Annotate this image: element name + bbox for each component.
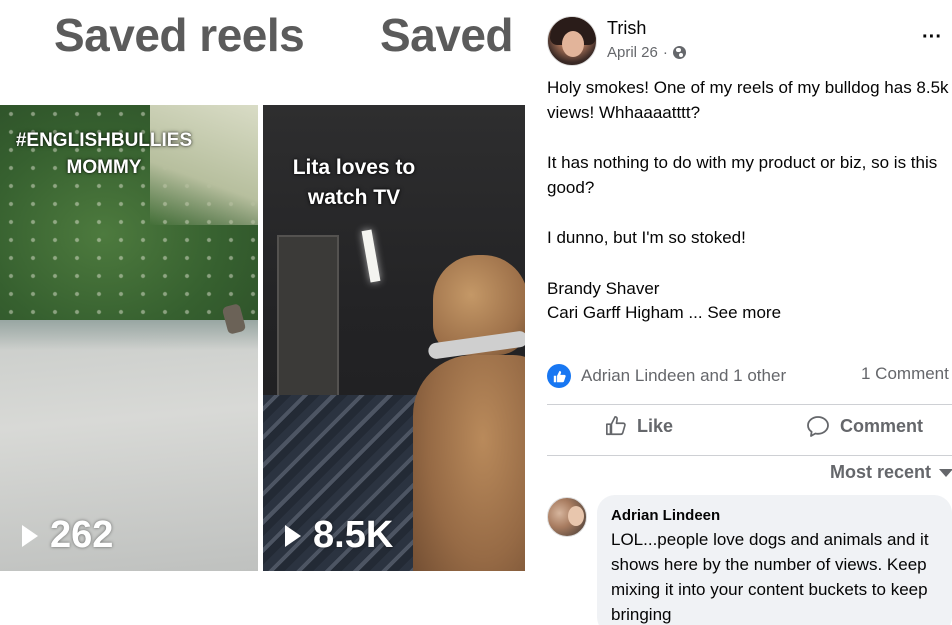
reel-caption: Lita loves to watch TV (292, 156, 416, 209)
globe-icon (672, 46, 686, 59)
comment-icon (807, 416, 829, 437)
comment-author[interactable]: Adrian Lindeen (611, 507, 938, 524)
post-date[interactable]: April 26 (607, 44, 658, 61)
reactions-text[interactable]: Adrian Lindeen and 1 other (581, 366, 786, 386)
more-options-icon[interactable]: ··· (922, 26, 942, 49)
saved-reels-screenshot: Saved reels Saved #ENGLISHBULLIES MOMMY … (0, 0, 530, 625)
comment-count[interactable]: 1 Comment (861, 364, 949, 384)
mention-cari[interactable]: Cari Garff Higham (547, 303, 684, 322)
post-paragraph: It has nothing to do with my product or … (547, 153, 938, 197)
tab-saved-reels[interactable]: Saved reels (54, 8, 305, 62)
reels-tabs: Saved reels Saved (0, 8, 530, 68)
see-more-link[interactable]: ... See more (688, 303, 781, 322)
divider (547, 455, 952, 456)
post-meta: April 26 · (607, 44, 686, 61)
caret-down-icon (939, 468, 952, 477)
comment-button[interactable]: Comment (806, 415, 923, 437)
play-icon (22, 524, 38, 547)
tab-saved[interactable]: Saved (380, 8, 514, 62)
post-paragraph: I dunno, but I'm so stoked! (547, 228, 746, 247)
reel-view-count: 8.5K (285, 514, 393, 557)
reel-caption: #ENGLISHBULLIES MOMMY (15, 130, 193, 178)
reel-card-englishbullies[interactable]: #ENGLISHBULLIES MOMMY 262 (0, 105, 258, 571)
thumbs-up-icon (606, 416, 626, 436)
post-paragraph: Holy smokes! One of my reels of my bulld… (547, 78, 949, 122)
like-reaction-icon (547, 364, 571, 388)
comment-sort-dropdown[interactable]: Most recent (830, 462, 952, 483)
like-button[interactable]: Like (605, 415, 673, 437)
post-body: Holy smokes! One of my reels of my bulld… (547, 76, 952, 326)
divider (547, 404, 952, 405)
comment-bubble: Adrian Lindeen LOL...people love dogs an… (597, 495, 952, 625)
mention-brandy[interactable]: Brandy Shaver (547, 277, 952, 302)
comment-text: LOL...people love dogs and animals and i… (611, 530, 929, 624)
reel-card-lita-tv[interactable]: Lita loves to watch TV 8.5K (263, 105, 525, 571)
post-author[interactable]: Trish (607, 18, 646, 39)
play-icon (285, 524, 301, 547)
bulldog-body (413, 355, 525, 571)
commenter-avatar[interactable] (547, 497, 587, 537)
facebook-post: Trish April 26 · ··· Holy smokes! One of… (530, 0, 952, 625)
reactions-bar: Adrian Lindeen and 1 other 1 Comment (547, 364, 952, 388)
reel-view-count: 262 (22, 514, 113, 557)
author-avatar[interactable] (547, 16, 597, 66)
